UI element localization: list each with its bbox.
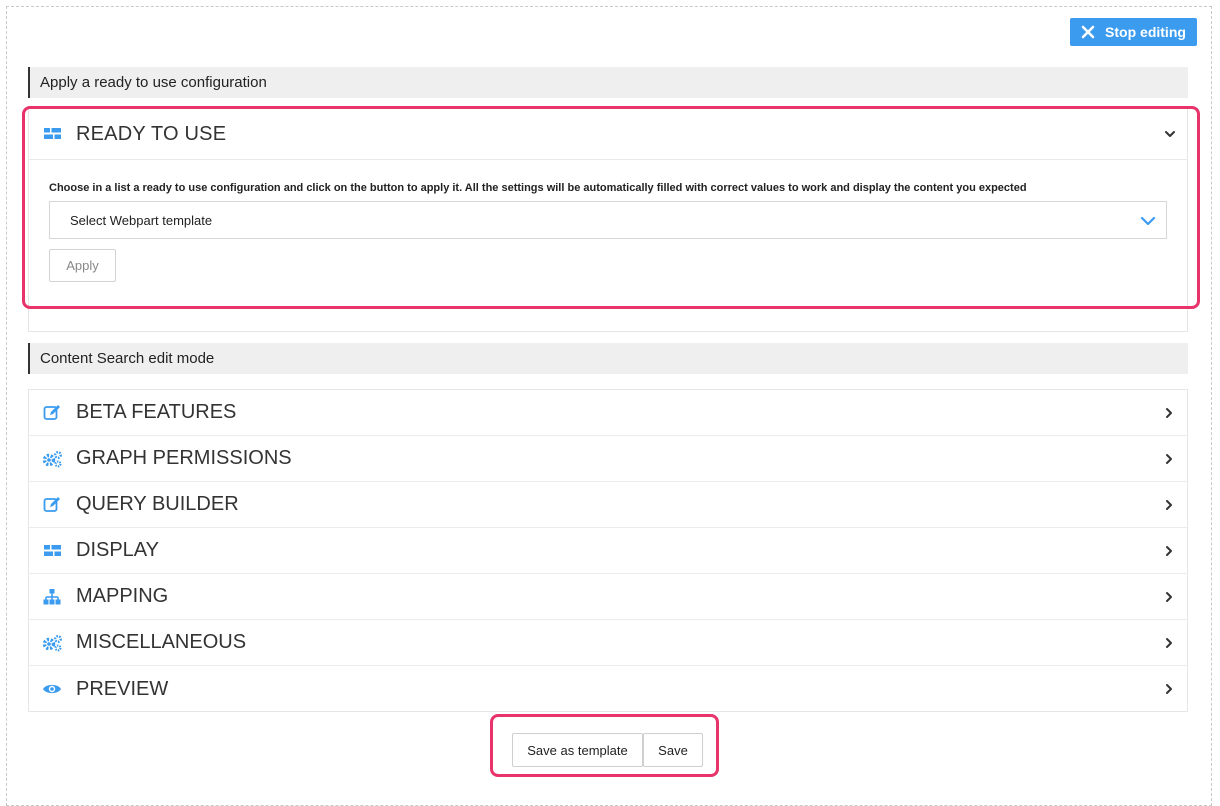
sitemap-icon bbox=[41, 587, 63, 607]
grid-icon bbox=[41, 541, 63, 561]
cogs-icon bbox=[41, 633, 63, 653]
chevron-down-icon bbox=[1140, 216, 1156, 226]
webpart-template-select[interactable]: Select Webpart template bbox=[49, 201, 1167, 239]
ready-to-use-panel: READY TO USE Choose in a list a ready to… bbox=[28, 108, 1188, 332]
accordion-item-label: PREVIEW bbox=[76, 677, 169, 700]
accordion-item-label: BETA FEATURES bbox=[76, 401, 237, 423]
stop-editing-label: Stop editing bbox=[1105, 24, 1186, 40]
accordion-item-label: QUERY BUILDER bbox=[76, 493, 239, 515]
edit-icon bbox=[41, 403, 63, 423]
chevron-right-icon bbox=[1166, 684, 1172, 694]
ready-to-use-header[interactable]: READY TO USE bbox=[29, 109, 1187, 160]
chevron-right-icon bbox=[1166, 453, 1172, 464]
chevron-right-icon bbox=[1166, 407, 1172, 418]
accordion-item-label: GRAPH PERMISSIONS bbox=[76, 447, 292, 469]
edit-section-header: Content Search edit mode bbox=[28, 343, 1188, 374]
accordion-item-beta-features[interactable]: BETA FEATURES bbox=[29, 390, 1187, 436]
apply-button[interactable]: Apply bbox=[49, 249, 116, 282]
eye-icon bbox=[41, 679, 63, 699]
ready-description: Choose in a list a ready to use configur… bbox=[49, 182, 1027, 194]
accordion-item-preview[interactable]: PREVIEW bbox=[29, 666, 1187, 712]
accordion-item-label: DISPLAY bbox=[76, 539, 159, 561]
ready-to-use-title: READY TO USE bbox=[76, 122, 227, 145]
chevron-right-icon bbox=[1166, 591, 1172, 602]
close-icon bbox=[1081, 25, 1095, 39]
stop-editing-button[interactable]: Stop editing bbox=[1070, 18, 1197, 46]
save-as-template-button[interactable]: Save as template bbox=[512, 733, 643, 767]
cogs-icon bbox=[41, 449, 63, 469]
accordion-item-graph-permissions[interactable]: GRAPH PERMISSIONS bbox=[29, 436, 1187, 482]
accordion-item-label: MAPPING bbox=[76, 585, 169, 607]
accordion-item-mapping[interactable]: MAPPING bbox=[29, 574, 1187, 620]
accordion-item-display[interactable]: DISPLAY bbox=[29, 528, 1187, 574]
settings-accordion: BETA FEATURES GRAPH PERMISSIONS QUERY BU… bbox=[28, 389, 1188, 712]
accordion-item-miscellaneous[interactable]: MISCELLANEOUS bbox=[29, 620, 1187, 666]
ready-section-header: Apply a ready to use configuration bbox=[28, 67, 1188, 98]
chevron-right-icon bbox=[1166, 637, 1172, 648]
chevron-down-icon bbox=[1165, 131, 1175, 137]
edit-icon bbox=[41, 495, 63, 515]
select-value: Select Webpart template bbox=[70, 212, 213, 228]
chevron-right-icon bbox=[1166, 545, 1172, 556]
chevron-right-icon bbox=[1166, 499, 1172, 510]
save-button[interactable]: Save bbox=[643, 733, 703, 767]
grid-icon bbox=[41, 124, 63, 144]
accordion-item-query-builder[interactable]: QUERY BUILDER bbox=[29, 482, 1187, 528]
accordion-item-label: MISCELLANEOUS bbox=[76, 631, 247, 653]
